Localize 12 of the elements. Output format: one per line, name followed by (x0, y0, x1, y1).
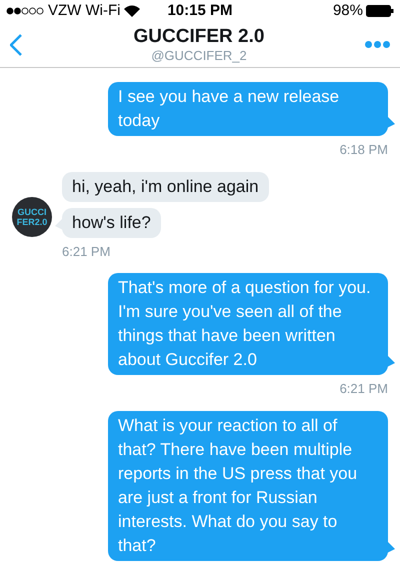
conversation-title: GUCCIFER 2.0 (134, 26, 264, 48)
carrier-text: VZW Wi-Fi (48, 0, 120, 21)
user-handle: @GUCCIFER_2 (151, 48, 247, 64)
message-time: 6:21 PM (340, 380, 388, 398)
clock-text: 10:15 PM (167, 0, 233, 21)
avatar-text: FER2.0 (16, 216, 48, 226)
message-time: 6:18 PM (340, 141, 388, 159)
message-bubble: hi, yeah, i'm online again (62, 172, 269, 202)
battery-text: 98% (332, 0, 363, 21)
message-time: 6:21 PM (62, 242, 110, 260)
avatar-text: GUCCI (18, 206, 46, 216)
avatar[interactable]: GUCCI FER2.0 (12, 196, 52, 236)
